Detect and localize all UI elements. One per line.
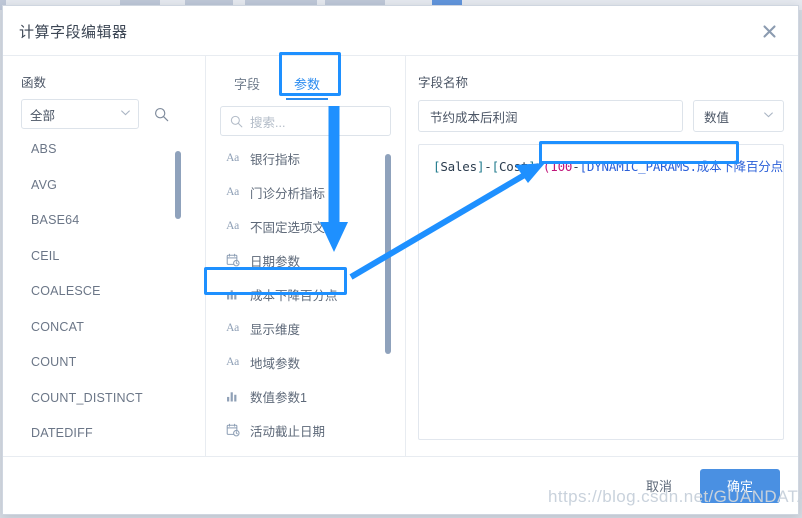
confirm-button[interactable]: 确定 [700,468,780,503]
text-param-icon: Aa [226,356,239,368]
formula-token: ] [783,159,784,174]
function-search-icon[interactable] [149,102,173,126]
param-item-label: 成本下降百分点 [250,288,338,303]
number-param-icon [224,389,241,404]
function-item[interactable]: COALESCE [31,285,205,298]
formula-token: Sales [440,159,477,174]
param-item-label: 数值参数1 [250,390,307,405]
param-item[interactable]: Aa 银行指标 [224,148,405,168]
dialog-footer: 取消 确定 [3,456,798,514]
param-item[interactable]: 数值参数1 [224,386,405,406]
tab-params[interactable]: 参数 [280,70,334,102]
param-item[interactable]: Aa 不固定选项文本 [224,216,405,236]
formula-text: [Sales]-[Cost]*(100-[DYNAMIC_PARAMS.成本下降… [433,158,784,176]
param-list[interactable]: Aa 银行指标 Aa 门诊分析指标 Aa 不固定选项文本 日期参数 成本下降百分… [206,148,405,456]
chevron-down-icon [121,109,130,119]
date-param-icon [224,423,241,438]
params-search-placeholder: 搜索... [250,115,286,130]
param-item[interactable]: Aa 门诊分析指标 [224,182,405,202]
close-icon[interactable] [754,16,784,46]
screenshot-root: 计算字段编辑器 函数 全部 ABS AVG BASE64 CEIL COALES… [0,0,802,518]
field-name-label: 字段名称 [418,76,469,90]
functions-panel: 函数 全部 ABS AVG BASE64 CEIL COALESCE CONCA… [3,56,206,456]
param-item[interactable]: 活动截止日期 [224,420,405,440]
param-item[interactable]: 日期参数 [224,250,405,270]
params-search-wrap: 搜索... [206,102,405,136]
number-param-icon [224,287,241,302]
params-panel: 字段 参数 搜索... Aa 银行指标 Aa 门诊分析指标 Aa 不固定选项文本… [206,56,406,456]
function-item[interactable]: CEIL [31,249,205,263]
param-item-label: 日期参数 [250,254,301,269]
param-item-label: 门诊分析指标 [250,186,326,201]
chevron-down-icon [764,111,773,121]
formula-token: ] [528,159,536,174]
formula-editor[interactable]: [Sales]-[Cost]*(100-[DYNAMIC_PARAMS.成本下降… [418,144,784,440]
dialog-header: 计算字段编辑器 [3,6,798,56]
param-item[interactable]: Aa 显示维度 [224,318,405,338]
calculated-field-editor-dialog: 计算字段编辑器 函数 全部 ABS AVG BASE64 CEIL COALES… [2,5,799,515]
text-param-icon: Aa [226,220,239,232]
formula-token: [ [491,159,500,174]
param-item-label: 地域参数 [250,356,301,371]
param-item[interactable]: Aa 地域参数 [224,352,405,372]
cancel-button[interactable]: 取消 [636,470,682,501]
params-search-input[interactable]: 搜索... [220,106,391,136]
date-param-icon [224,253,241,268]
field-editor-panel: 字段名称 节约成本后利润 数值 [Sales]-[Cost]*(100-[DYN… [406,56,798,456]
param-item-label: 不固定选项文本 [250,220,338,235]
text-param-icon: Aa [226,186,239,198]
param-item-label: 显示维度 [250,322,301,337]
field-name-row: 节约成本后利润 数值 [418,100,784,132]
field-type-value: 数值 [704,110,730,125]
functions-scrollbar-thumb[interactable] [175,151,181,219]
formula-token: [DYNAMIC_PARAMS. [579,159,697,174]
text-param-icon: Aa [226,152,239,164]
function-item[interactable]: COUNT [31,356,205,369]
function-category-value: 全部 [30,108,56,123]
function-category-select[interactable]: 全部 [21,99,139,129]
formula-token: 100 [550,159,573,174]
function-item[interactable]: COUNT_DISTINCT [31,391,205,405]
function-item[interactable]: CONCAT [31,320,205,334]
formula-token: Cost [498,159,529,174]
functions-controls: 全部 [3,99,205,129]
formula-token: 成本下降百分点 [696,160,783,174]
params-scrollbar-thumb[interactable] [385,154,391,354]
formula-token: - [484,159,492,174]
text-param-icon: Aa [226,322,239,334]
formula-token: * [535,159,544,174]
param-item-cost-drop-percent[interactable]: 成本下降百分点 [224,284,405,304]
functions-panel-label: 函数 [21,76,47,90]
dialog-body: 函数 全部 ABS AVG BASE64 CEIL COALESCE CONCA… [3,56,798,456]
params-tabs: 字段 参数 [206,56,405,102]
search-icon [230,115,243,127]
dialog-title: 计算字段编辑器 [19,24,128,41]
tab-fields[interactable]: 字段 [220,70,274,102]
param-item-label: 银行指标 [250,152,301,167]
param-item-label: 活动截止日期 [250,424,326,439]
field-name-input[interactable]: 节约成本后利润 [418,100,683,132]
function-item[interactable]: DATEDIFF [31,427,205,440]
formula-token: - [572,159,580,174]
field-type-select[interactable]: 数值 [693,100,784,132]
function-list[interactable]: ABS AVG BASE64 CEIL COALESCE CONCAT COUN… [3,143,205,456]
